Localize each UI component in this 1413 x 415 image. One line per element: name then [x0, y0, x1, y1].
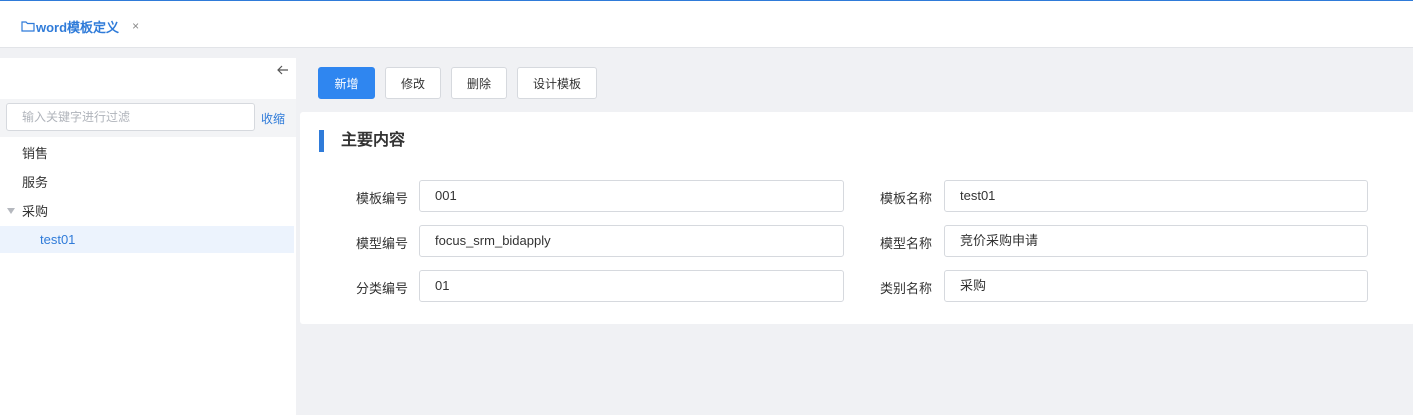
add-button[interactable]: 新增 — [318, 67, 375, 99]
main-content-panel: 主要内容 模板编号 001 模板名称 test01 模型编号 focus_srm… — [300, 112, 1413, 324]
category-no-field[interactable]: 01 — [419, 270, 844, 302]
tree-item-label: 采购 — [22, 204, 49, 219]
model-name-label: 模型名称 — [879, 236, 932, 251]
toolbar: 新增 修改 删除 设计模板 — [318, 67, 607, 99]
collapse-link[interactable]: 收缩 — [261, 110, 285, 127]
tree-item-service[interactable]: 服务 — [0, 168, 294, 197]
tree-item-sales[interactable]: 销售 — [0, 139, 294, 168]
category-tree: 销售 服务 采购 test01 — [0, 139, 294, 253]
filter-row: 收缩 — [0, 99, 296, 137]
model-no-field[interactable]: focus_srm_bidapply — [419, 225, 844, 257]
tab-close-icon[interactable]: × — [132, 19, 139, 33]
delete-button[interactable]: 删除 — [451, 67, 507, 99]
tree-item-label: test01 — [40, 232, 76, 247]
panel-title: 主要内容 — [319, 130, 405, 152]
edit-button[interactable]: 修改 — [385, 67, 441, 99]
caret-down-icon[interactable] — [7, 208, 15, 214]
template-no-field[interactable]: 001 — [419, 180, 844, 212]
model-no-label: 模型编号 — [355, 236, 408, 251]
category-name-label: 类别名称 — [879, 281, 932, 296]
sidebar: 收缩 销售 服务 采购 test01 — [0, 58, 296, 415]
tab-word-template[interactable]: word模板定义 × — [21, 16, 139, 36]
folder-icon — [21, 21, 35, 32]
tree-item-test01[interactable]: test01 — [0, 226, 294, 253]
model-name-field[interactable]: 竞价采购申请 — [944, 225, 1368, 257]
tree-item-purchase[interactable]: 采购 — [0, 197, 294, 226]
category-no-label: 分类编号 — [355, 281, 408, 296]
template-name-label: 模板名称 — [879, 191, 932, 206]
tab-bar: word模板定义 × — [0, 1, 1413, 48]
tree-item-label: 销售 — [22, 146, 49, 161]
main-content: 新增 修改 删除 设计模板 主要内容 模板编号 001 模板名称 test01 … — [298, 58, 1413, 415]
arrow-left-icon[interactable] — [276, 63, 290, 77]
filter-input[interactable] — [6, 103, 255, 131]
category-name-field[interactable]: 采购 — [944, 270, 1368, 302]
tree-item-label: 服务 — [22, 175, 49, 190]
design-template-button[interactable]: 设计模板 — [517, 67, 597, 99]
tab-title: word模板定义 — [36, 19, 120, 35]
template-name-field[interactable]: test01 — [944, 180, 1368, 212]
template-no-label: 模板编号 — [355, 191, 408, 206]
